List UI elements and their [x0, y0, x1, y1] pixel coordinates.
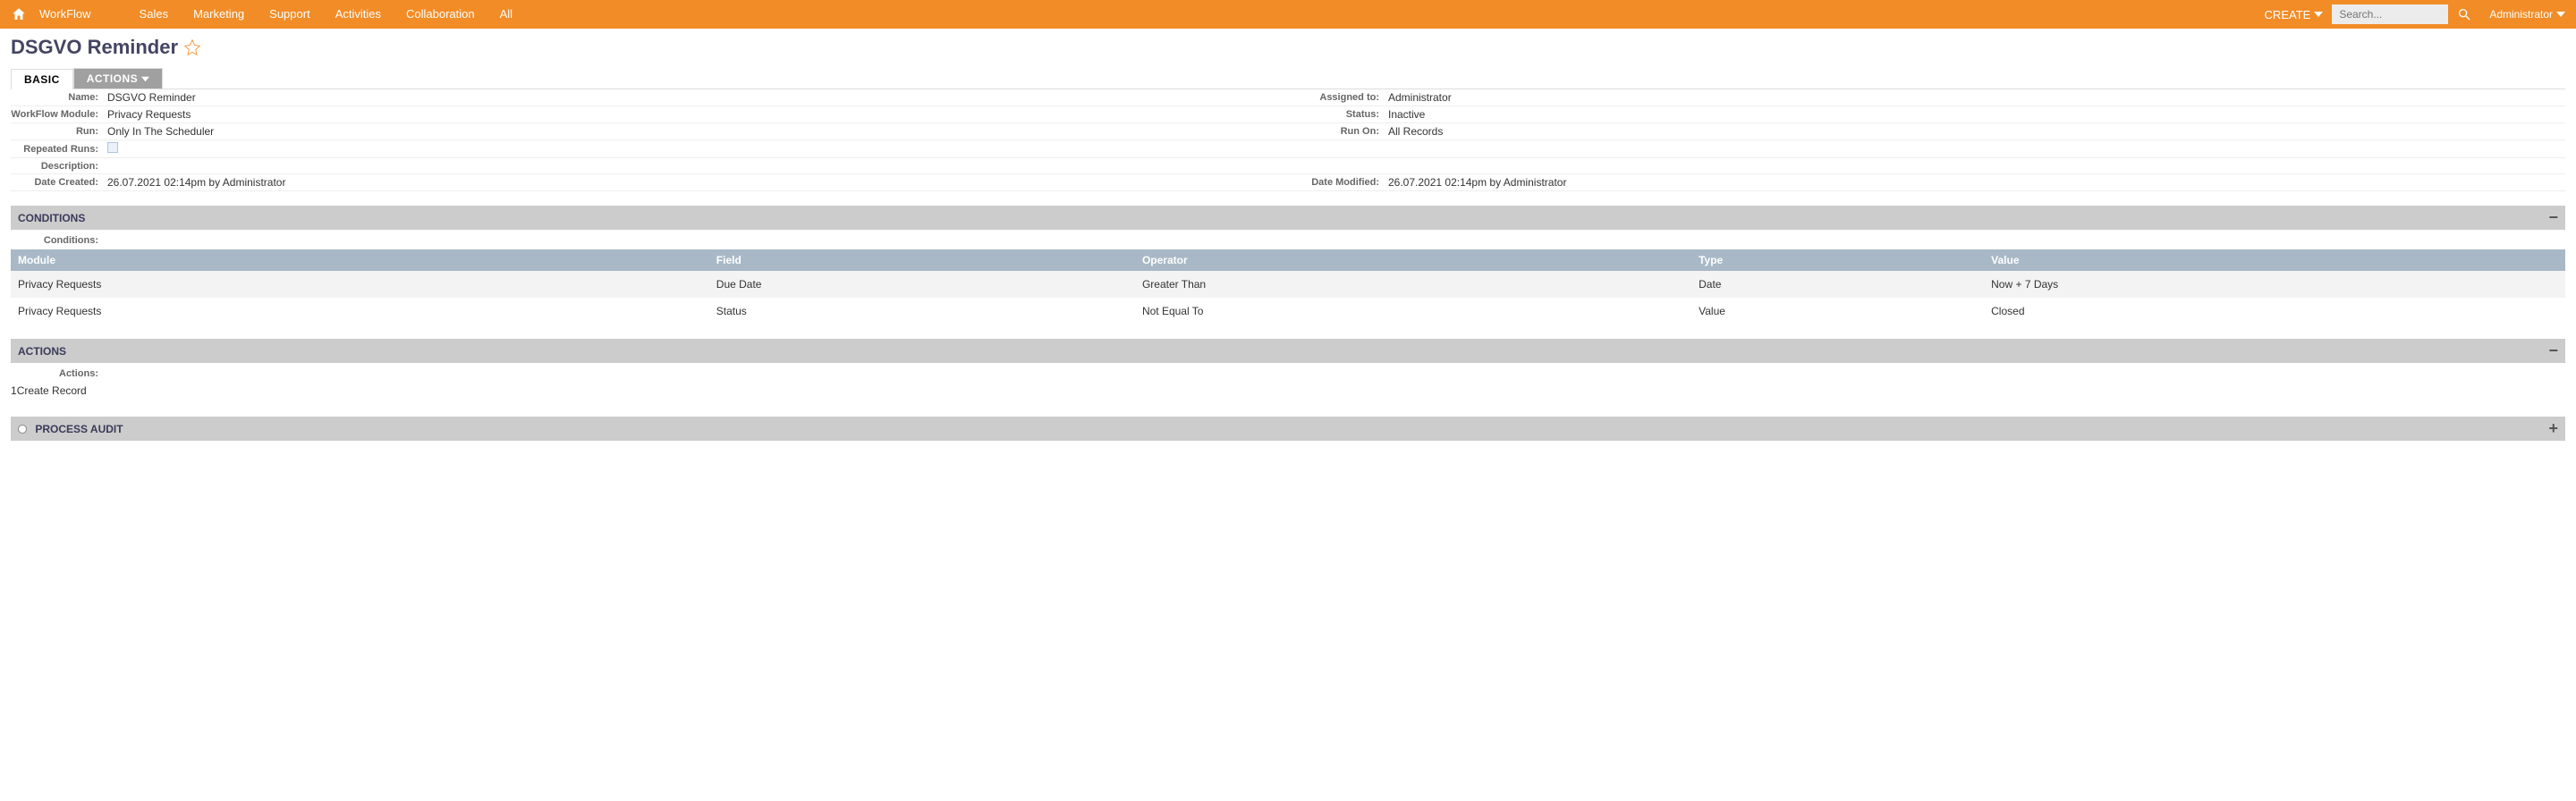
cell-value: Closed: [1984, 298, 2565, 325]
label-workflow-module: WorkFlow Module:: [11, 109, 100, 120]
list-item[interactable]: 1Create Record: [11, 383, 2565, 399]
nav-item-support[interactable]: Support: [257, 0, 323, 29]
caret-down-icon: [141, 75, 149, 83]
cell-module: Privacy Requests: [11, 271, 709, 298]
caret-down-icon: [2314, 10, 2323, 19]
collapse-icon[interactable]: −: [2548, 341, 2558, 360]
conditions-table: Module Field Operator Type Value Privacy…: [11, 249, 2565, 325]
label-description: Description:: [11, 161, 100, 172]
value-name: DSGVO Reminder: [107, 91, 1284, 104]
caret-down-icon: [2556, 10, 2565, 19]
user-menu[interactable]: Administrator: [2489, 8, 2565, 21]
label-run-on: Run On:: [1292, 126, 1381, 137]
expand-icon[interactable]: +: [2548, 419, 2558, 438]
value-repeated-runs: [107, 142, 1284, 156]
col-module: Module: [11, 249, 709, 271]
details-panel: Name: DSGVO Reminder Assigned to: Admini…: [11, 89, 2565, 191]
actions-list: 1Create Record: [11, 383, 2565, 399]
label-date-modified: Date Modified:: [1292, 177, 1381, 188]
search-input[interactable]: [2332, 4, 2448, 24]
page-title: DSGVO Reminder: [11, 36, 178, 59]
tab-actions[interactable]: ACTIONS: [73, 68, 163, 89]
label-name: Name:: [11, 92, 100, 103]
col-type: Type: [1691, 249, 1984, 271]
col-value: Value: [1984, 249, 2565, 271]
col-operator: Operator: [1135, 249, 1691, 271]
create-label: CREATE: [2265, 8, 2311, 21]
section-conditions[interactable]: CONDITIONS −: [11, 206, 2565, 230]
cell-value: Now + 7 Days: [1984, 271, 2565, 298]
tab-actions-label: ACTIONS: [87, 72, 138, 85]
section-conditions-title: CONDITIONS: [18, 212, 85, 224]
cell-type: Value: [1691, 298, 1984, 325]
nav-item-all[interactable]: All: [487, 0, 525, 29]
value-run-on: All Records: [1388, 125, 2565, 138]
label-assigned-to: Assigned to:: [1292, 92, 1381, 103]
action-order: 1: [11, 384, 17, 397]
label-status: Status:: [1292, 109, 1381, 120]
cell-operator: Greater Than: [1135, 271, 1691, 298]
nav-menu: Sales Marketing Support Activities Colla…: [127, 0, 526, 29]
value-date-modified: 26.07.2021 02:14pm by Administrator: [1388, 176, 2565, 189]
nav-item-activities[interactable]: Activities: [323, 0, 394, 29]
repeated-runs-checkbox[interactable]: [107, 142, 118, 153]
module-label[interactable]: WorkFlow: [39, 0, 91, 29]
collapse-icon[interactable]: −: [2548, 208, 2558, 227]
value-run: Only In The Scheduler: [107, 125, 1284, 138]
page-title-row: DSGVO Reminder: [0, 29, 2576, 63]
create-button[interactable]: CREATE: [2265, 8, 2324, 21]
radio-icon: [18, 425, 27, 434]
home-icon[interactable]: [11, 6, 27, 22]
nav-item-collaboration[interactable]: Collaboration: [394, 0, 487, 29]
value-assigned-to: Administrator: [1388, 91, 2565, 104]
col-field: Field: [709, 249, 1135, 271]
tabs: BASIC ACTIONS: [11, 68, 2565, 89]
nav-item-marketing[interactable]: Marketing: [181, 0, 257, 29]
value-date-created: 26.07.2021 02:14pm by Administrator: [107, 176, 1284, 189]
section-actions[interactable]: ACTIONS −: [11, 339, 2565, 363]
favorite-star-icon[interactable]: [183, 38, 201, 56]
cell-operator: Not Equal To: [1135, 298, 1691, 325]
cell-type: Date: [1691, 271, 1984, 298]
conditions-sublabel: Conditions:: [11, 235, 100, 246]
user-label: Administrator: [2489, 8, 2553, 21]
label-repeated-runs: Repeated Runs:: [11, 144, 100, 155]
cell-field: Due Date: [709, 271, 1135, 298]
tab-basic[interactable]: BASIC: [11, 69, 73, 89]
table-row[interactable]: Privacy Requests Status Not Equal To Val…: [11, 298, 2565, 325]
section-actions-title: ACTIONS: [18, 345, 66, 358]
top-nav: WorkFlow Sales Marketing Support Activit…: [0, 0, 2576, 29]
cell-module: Privacy Requests: [11, 298, 709, 325]
value-workflow-module: Privacy Requests: [107, 108, 1284, 121]
nav-item-sales[interactable]: Sales: [127, 0, 182, 29]
actions-sublabel: Actions:: [11, 368, 100, 379]
nav-right: CREATE Administrator: [2265, 4, 2565, 24]
label-date-created: Date Created:: [11, 177, 100, 188]
section-process-audit[interactable]: PROCESS AUDIT +: [11, 417, 2565, 441]
table-row[interactable]: Privacy Requests Due Date Greater Than D…: [11, 271, 2565, 298]
search-icon[interactable]: [2457, 7, 2471, 21]
value-status: Inactive: [1388, 108, 2565, 121]
section-process-audit-title: PROCESS AUDIT: [35, 423, 123, 435]
action-label: Create Record: [17, 384, 87, 397]
tab-basic-label: BASIC: [24, 73, 60, 86]
label-run: Run:: [11, 126, 100, 137]
cell-field: Status: [709, 298, 1135, 325]
